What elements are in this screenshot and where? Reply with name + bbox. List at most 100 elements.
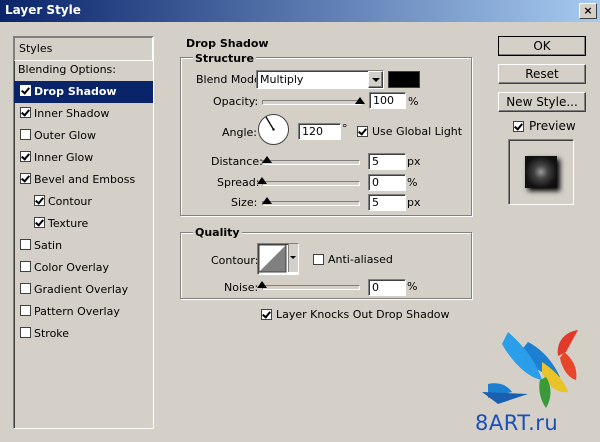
- spread-slider[interactable]: [262, 181, 360, 186]
- style-item-checkbox[interactable]: [20, 261, 31, 272]
- style-item-checkbox[interactable]: [20, 85, 31, 96]
- contour-curve-icon: [259, 245, 287, 273]
- style-item[interactable]: Outer Glow: [14, 125, 153, 147]
- style-item[interactable]: Blending Options: Default: [14, 59, 153, 98]
- noise-label: Noise:: [224, 281, 259, 294]
- size-unit: px: [407, 196, 421, 209]
- style-item[interactable]: Gradient Overlay: [14, 279, 153, 301]
- noise-slider-thumb[interactable]: [257, 281, 267, 288]
- chevron-down-icon[interactable]: [368, 71, 383, 88]
- blend-mode-select[interactable]: Multiply: [256, 70, 384, 89]
- contour-label: Contour:: [211, 254, 259, 267]
- angle-unit: °: [342, 122, 348, 135]
- parrot-logo-icon: [482, 330, 578, 408]
- use-global-light-label: Use Global Light: [372, 125, 463, 138]
- layer-knocks-out-checkbox[interactable]: [261, 309, 272, 320]
- contour-chevron-down-icon[interactable]: [288, 244, 298, 272]
- noise-input[interactable]: 0: [368, 279, 406, 296]
- angle-dial-icon: [258, 114, 289, 145]
- preview-thumbnail: [508, 139, 574, 205]
- spread-value: 0: [372, 176, 379, 189]
- style-item-checkbox[interactable]: [20, 305, 31, 316]
- size-slider[interactable]: [262, 201, 360, 206]
- size-slider-thumb[interactable]: [262, 197, 272, 204]
- angle-label: Angle:: [222, 126, 258, 139]
- style-item[interactable]: Stroke: [14, 323, 153, 345]
- window-title: Layer Style: [5, 3, 81, 17]
- style-item[interactable]: Contour: [14, 191, 153, 213]
- opacity-label: Opacity:: [213, 95, 259, 108]
- noise-value: 0: [372, 281, 379, 294]
- opacity-value: 100: [373, 94, 394, 107]
- close-button[interactable]: ×: [579, 3, 597, 19]
- size-label: Size:: [231, 196, 258, 209]
- style-item-label: Contour: [48, 195, 92, 208]
- size-value: 5: [372, 196, 379, 209]
- style-item-checkbox[interactable]: [20, 151, 31, 162]
- style-item-label: Satin: [34, 239, 63, 252]
- style-item[interactable]: Pattern Overlay: [14, 301, 153, 323]
- style-item-checkbox[interactable]: [34, 195, 45, 206]
- style-item-checkbox[interactable]: [20, 327, 31, 338]
- style-item-label: Outer Glow: [34, 129, 97, 142]
- angle-input[interactable]: 120: [298, 123, 341, 140]
- new-style-button[interactable]: New Style...: [498, 92, 586, 112]
- blend-mode-value: Multiply: [260, 73, 304, 86]
- style-item[interactable]: Drop Shadow: [14, 81, 153, 103]
- opacity-slider-thumb[interactable]: [355, 97, 365, 104]
- style-item[interactable]: Texture: [14, 213, 153, 235]
- opacity-input[interactable]: 100: [369, 92, 406, 109]
- watermark-text: 8ART.ru: [475, 411, 559, 435]
- style-item-checkbox[interactable]: [20, 283, 31, 294]
- quality-title: Quality: [193, 226, 242, 239]
- style-item-checkbox[interactable]: [34, 217, 45, 228]
- style-item[interactable]: Inner Glow: [14, 147, 153, 169]
- distance-unit: px: [407, 155, 421, 168]
- angle-dial[interactable]: [257, 113, 290, 146]
- style-item-label: Stroke: [34, 327, 70, 340]
- style-item-label: Color Overlay: [34, 261, 109, 274]
- style-item-checkbox[interactable]: [20, 173, 31, 184]
- noise-slider[interactable]: [262, 285, 360, 290]
- style-item-label: Bevel and Emboss: [34, 173, 136, 186]
- blend-mode-label: Blend Mode:: [196, 73, 265, 86]
- distance-label: Distance:: [211, 155, 263, 168]
- styles-list: Styles Blending Options: DefaultDrop Sha…: [13, 36, 154, 429]
- shadow-color-swatch[interactable]: [388, 71, 420, 88]
- structure-title: Structure: [193, 52, 256, 65]
- opacity-unit: %: [408, 95, 419, 108]
- spread-unit: %: [407, 176, 418, 189]
- style-item[interactable]: Inner Shadow: [14, 103, 153, 125]
- distance-input[interactable]: 5: [368, 153, 406, 170]
- title-bar: Layer Style ×: [0, 0, 600, 22]
- anti-aliased-checkbox[interactable]: [313, 254, 324, 265]
- reset-button[interactable]: Reset: [498, 64, 586, 84]
- opacity-slider[interactable]: [262, 100, 362, 105]
- ok-button[interactable]: OK: [498, 36, 586, 56]
- close-icon: ×: [583, 4, 593, 17]
- distance-slider-thumb[interactable]: [262, 156, 272, 163]
- style-item[interactable]: Bevel and Emboss: [14, 169, 153, 191]
- spread-input[interactable]: 0: [368, 174, 406, 191]
- preview-checkbox[interactable]: [513, 121, 524, 132]
- distance-value: 5: [372, 155, 379, 168]
- angle-value: 120: [302, 125, 323, 138]
- size-input[interactable]: 5: [368, 194, 406, 211]
- style-item[interactable]: Satin: [14, 235, 153, 257]
- preview-label: Preview: [529, 119, 576, 133]
- styles-header[interactable]: Styles: [14, 37, 153, 61]
- style-item[interactable]: Color Overlay: [14, 257, 153, 279]
- contour-picker[interactable]: [257, 243, 299, 275]
- noise-unit: %: [407, 280, 418, 293]
- style-item-checkbox[interactable]: [20, 107, 31, 118]
- style-item-checkbox[interactable]: [20, 239, 31, 250]
- spread-label: Spread:: [217, 176, 260, 189]
- use-global-light-checkbox[interactable]: [357, 126, 368, 137]
- style-item-label: Inner Shadow: [34, 107, 110, 120]
- preview-swatch: [525, 156, 557, 188]
- spread-slider-thumb[interactable]: [257, 177, 267, 184]
- distance-slider[interactable]: [262, 160, 360, 165]
- style-item-label: Texture: [48, 217, 89, 230]
- styles-header-label: Styles: [19, 42, 53, 55]
- style-item-checkbox[interactable]: [20, 129, 31, 140]
